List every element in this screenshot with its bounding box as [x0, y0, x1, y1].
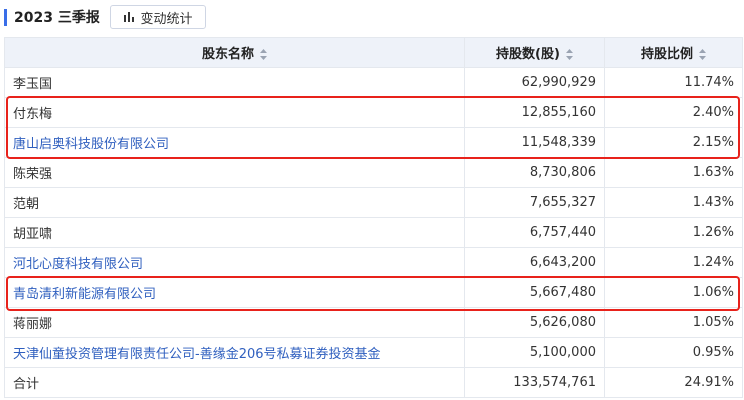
ratio-cell: 1.43%	[604, 187, 743, 218]
shares-cell: 7,655,327	[464, 187, 605, 218]
ratio-cell: 2.15%	[604, 127, 743, 158]
table-row: 青岛清利新能源有限公司 5,667,480 1.06%	[4, 277, 743, 308]
shares-cell: 6,643,200	[464, 247, 605, 278]
accent-bar	[4, 9, 7, 26]
table-row: 河北心度科技有限公司 6,643,200 1.24%	[4, 247, 743, 278]
change-stats-button[interactable]: 变动统计	[110, 5, 206, 29]
ratio-cell: 1.24%	[604, 247, 743, 278]
shareholder-table: 股东名称 持股数(股) 持股比例 李玉国 62,990,929 11.74% 付…	[4, 37, 743, 398]
shareholder-name-link[interactable]: 河北心度科技有限公司	[4, 247, 465, 278]
sort-icon[interactable]	[565, 49, 573, 60]
shares-cell: 6,757,440	[464, 217, 605, 248]
shares-cell: 5,667,480	[464, 277, 605, 308]
shareholder-name: 付东梅	[4, 97, 465, 128]
sort-icon[interactable]	[260, 49, 267, 60]
shares-cell: 8,730,806	[464, 157, 605, 188]
ratio-cell: 1.26%	[604, 217, 743, 248]
sort-icon[interactable]	[699, 49, 706, 60]
table-row: 范朝 7,655,327 1.43%	[4, 187, 743, 218]
column-header-label: 持股数(股)	[496, 47, 560, 62]
ratio-cell: 1.63%	[604, 157, 743, 188]
shares-cell: 12,855,160	[464, 97, 605, 128]
shareholder-name: 范朝	[4, 187, 465, 218]
ratio-cell: 1.05%	[604, 307, 743, 338]
total-ratio-cell: 24.91%	[604, 367, 743, 398]
shares-cell: 5,626,080	[464, 307, 605, 338]
change-stats-label: 变动统计	[140, 11, 193, 27]
table-row: 胡亚啸 6,757,440 1.26%	[4, 217, 743, 248]
table-body: 李玉国 62,990,929 11.74% 付东梅 12,855,160 2.4…	[4, 67, 743, 398]
total-shares-cell: 133,574,761	[464, 367, 605, 398]
ratio-cell: 0.95%	[604, 337, 743, 368]
column-header-label: 持股比例	[640, 47, 693, 62]
shareholder-name-link[interactable]: 天津仙童投资管理有限责任公司-善缘金206号私募证券投资基金	[4, 337, 465, 368]
column-header-shares[interactable]: 持股数(股)	[464, 37, 605, 68]
table-row: 唐山启奥科技股份有限公司 11,548,339 2.15%	[4, 127, 743, 158]
table-row: 蒋丽娜 5,626,080 1.05%	[4, 307, 743, 338]
table-total-row: 合计 133,574,761 24.91%	[4, 367, 743, 398]
shares-cell: 5,100,000	[464, 337, 605, 368]
ratio-cell: 2.40%	[604, 97, 743, 128]
shareholder-name: 蒋丽娜	[4, 307, 465, 338]
table-row: 天津仙童投资管理有限责任公司-善缘金206号私募证券投资基金 5,100,000…	[4, 337, 743, 368]
shareholder-name: 胡亚啸	[4, 217, 465, 248]
table-row: 付东梅 12,855,160 2.40%	[4, 97, 743, 128]
shareholder-name-link[interactable]: 青岛清利新能源有限公司	[4, 277, 465, 308]
shareholder-name-link[interactable]: 唐山启奥科技股份有限公司	[4, 127, 465, 158]
table-header-row: 股东名称 持股数(股) 持股比例	[4, 37, 743, 68]
table-row: 李玉国 62,990,929 11.74%	[4, 67, 743, 98]
ratio-cell: 11.74%	[604, 67, 743, 98]
shareholder-name: 李玉国	[4, 67, 465, 98]
shares-cell: 62,990,929	[464, 67, 605, 98]
ratio-cell: 1.06%	[604, 277, 743, 308]
bar-chart-icon	[123, 11, 135, 23]
shareholder-name: 陈荣强	[4, 157, 465, 188]
shares-cell: 11,548,339	[464, 127, 605, 158]
total-label: 合计	[4, 367, 465, 398]
period-title: 2023 三季报	[14, 10, 100, 26]
column-header-ratio[interactable]: 持股比例	[604, 37, 743, 68]
table-row: 陈荣强 8,730,806 1.63%	[4, 157, 743, 188]
report-header: 2023 三季报 变动统计	[0, 0, 744, 36]
column-header-label: 股东名称	[201, 47, 254, 62]
column-header-shareholder[interactable]: 股东名称	[4, 37, 465, 68]
